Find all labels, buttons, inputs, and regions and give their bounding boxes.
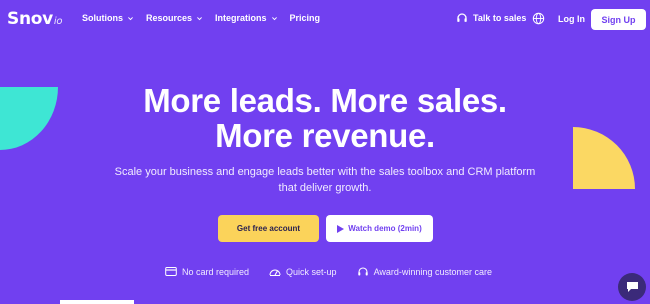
chat-bubble-icon: [626, 282, 638, 292]
menu-pricing[interactable]: Pricing: [290, 13, 321, 23]
talk-to-sales-label: Talk to sales: [473, 13, 527, 23]
feature-no-card: No card required: [165, 266, 249, 277]
speedometer-icon: [269, 269, 281, 276]
play-icon: [337, 224, 345, 233]
get-free-account-button[interactable]: Get free account: [218, 215, 319, 242]
top-nav: Snov io Solutions Resources Integrations…: [0, 0, 650, 40]
headline-line-2: More revenue.: [215, 117, 435, 154]
feature-quick-setup-label: Quick set-up: [286, 266, 337, 277]
watch-demo-label: Watch demo (2min): [348, 224, 422, 233]
signup-button[interactable]: Sign Up: [591, 9, 646, 30]
menu-solutions[interactable]: Solutions: [82, 13, 134, 23]
chevron-down-icon: [271, 16, 277, 20]
card-icon: [165, 267, 177, 276]
menu-integrations[interactable]: Integrations: [215, 13, 278, 23]
main-menu: Solutions Resources Integrations Pricing: [82, 13, 320, 23]
menu-pricing-label: Pricing: [289, 13, 321, 23]
logo-suffix: io: [53, 16, 63, 27]
bottom-accent-bar: [60, 300, 134, 304]
feature-no-card-label: No card required: [182, 266, 250, 277]
hero-subheading: Scale your business and engage leads bet…: [110, 164, 540, 196]
feature-list: No card required Quick set-up Award-winn…: [165, 266, 492, 277]
subhead-line-2: that deliver growth.: [278, 182, 372, 194]
menu-resources[interactable]: Resources: [146, 13, 203, 23]
feature-customer-care-label: Award-winning customer care: [373, 266, 492, 277]
globe-icon[interactable]: [532, 12, 545, 25]
menu-integrations-label: Integrations: [215, 13, 267, 23]
headset-icon: [457, 13, 467, 22]
login-link[interactable]: Log In: [558, 14, 585, 24]
subhead-line-1: Scale your business and engage leads bet…: [114, 166, 536, 178]
logo-text: Snov: [7, 9, 53, 29]
chat-widget-button[interactable]: [618, 273, 646, 301]
hero-headline: More leads. More sales. More revenue.: [0, 83, 650, 153]
watch-demo-button[interactable]: Watch demo (2min): [326, 215, 433, 242]
headline-line-1: More leads. More sales.: [143, 82, 507, 119]
snovio-logo[interactable]: Snov io: [7, 9, 63, 29]
headset-icon: [357, 267, 368, 276]
chevron-down-icon: [197, 16, 202, 20]
feature-customer-care: Award-winning customer care: [357, 266, 492, 277]
talk-to-sales-link[interactable]: Talk to sales: [456, 12, 526, 24]
feature-quick-setup: Quick set-up: [269, 266, 337, 277]
chevron-down-icon: [128, 16, 133, 20]
menu-resources-label: Resources: [146, 13, 193, 23]
menu-solutions-label: Solutions: [82, 13, 123, 23]
